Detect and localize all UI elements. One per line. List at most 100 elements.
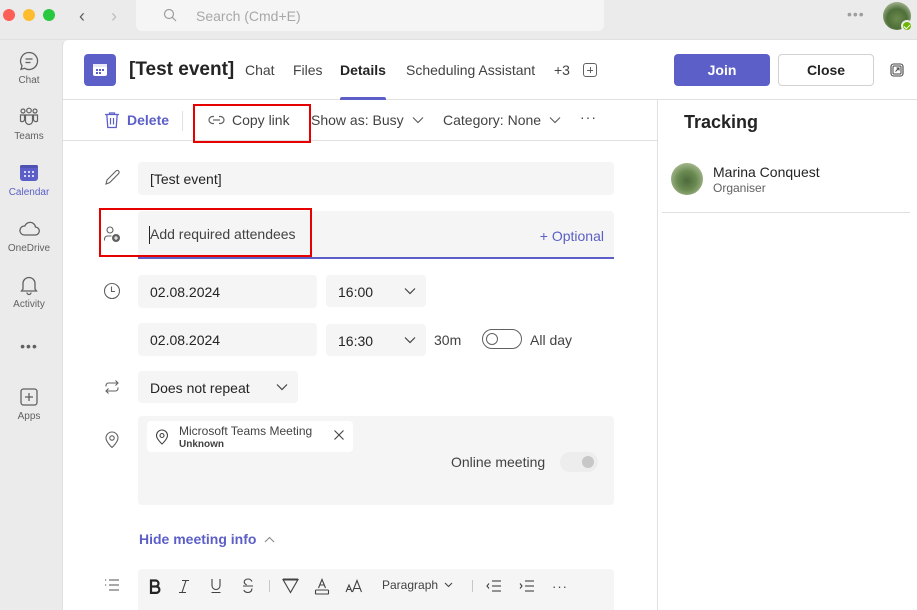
copy-link-button[interactable]: Copy link <box>208 112 290 128</box>
indent-icon <box>519 580 534 592</box>
rail-item-apps[interactable]: Apps <box>0 386 58 422</box>
rail-item-teams[interactable]: Teams <box>0 106 58 142</box>
strikethrough-button[interactable] <box>241 577 255 595</box>
category-label: Category: None <box>443 112 542 128</box>
chevron-down-icon <box>276 384 288 391</box>
rail-label: Chat <box>18 75 40 86</box>
paragraph-style-label: Paragraph <box>382 578 439 592</box>
window-close-button[interactable] <box>3 9 15 21</box>
toolbar-divider <box>182 111 183 131</box>
hide-meeting-info-link[interactable]: Hide meeting info <box>139 531 275 547</box>
more-actions-icon[interactable]: ··· <box>580 109 597 125</box>
chevron-down-icon <box>404 337 416 344</box>
location-pin-icon <box>105 431 119 449</box>
delete-label: Delete <box>127 112 170 128</box>
pop-out-icon[interactable] <box>890 63 904 77</box>
attendees-placeholder: Add required attendees <box>150 226 296 242</box>
tab-scheduling-assistant[interactable]: Scheduling Assistant <box>406 62 535 78</box>
start-date-value: 02.08.2024 <box>150 284 221 300</box>
font-color-button[interactable] <box>314 577 330 595</box>
copy-link-label: Copy link <box>232 112 290 128</box>
category-dropdown[interactable]: Category: None <box>443 112 561 128</box>
chevron-down-icon <box>549 117 561 124</box>
chevron-down-icon <box>404 288 416 295</box>
search-input[interactable]: Search (Cmd+E) <box>136 0 604 31</box>
forward-arrow-icon[interactable]: › <box>106 6 122 27</box>
underline-button[interactable] <box>209 577 223 595</box>
end-time-value: 16:30 <box>338 333 374 349</box>
rail-label: Activity <box>13 299 45 310</box>
rail-label: OneDrive <box>7 243 51 254</box>
location-pin-icon <box>155 429 169 445</box>
outdent-icon <box>486 580 501 592</box>
calendar-app-badge <box>84 54 116 86</box>
repeat-dropdown[interactable]: Does not repeat <box>138 371 298 403</box>
title-input[interactable]: [Test event] <box>138 162 614 195</box>
back-arrow-icon[interactable]: ‹ <box>74 6 90 27</box>
organiser-name: Marina Conquest <box>713 163 820 180</box>
tab-chat[interactable]: Chat <box>245 62 275 78</box>
highlight-button[interactable] <box>281 577 299 595</box>
location-chip[interactable]: Microsoft Teams Meeting Unknown <box>147 421 353 452</box>
show-as-dropdown[interactable]: Show as: Busy <box>311 112 424 128</box>
font-size-button[interactable] <box>344 577 364 595</box>
repeat-value: Does not repeat <box>150 380 250 396</box>
hide-meeting-info-label: Hide meeting info <box>139 531 257 547</box>
delete-button[interactable]: Delete <box>104 111 169 129</box>
search-placeholder: Search (Cmd+E) <box>196 8 301 24</box>
remove-location-icon[interactable] <box>333 429 345 441</box>
start-time-value: 16:00 <box>338 284 374 300</box>
start-date-input[interactable]: 02.08.2024 <box>138 275 317 308</box>
tracking-title: Tracking <box>684 112 759 132</box>
italic-button[interactable] <box>177 577 191 595</box>
title-bar: ‹ › Search (Cmd+E) ••• <box>0 0 917 40</box>
location-subtitle: Unknown <box>179 439 224 450</box>
optional-attendees-link[interactable]: + Optional <box>540 228 604 244</box>
calendar-icon <box>93 64 107 76</box>
title-value: [Test event] <box>150 171 222 187</box>
rail-item-onedrive[interactable]: OneDrive <box>0 218 58 254</box>
tab-more-overflow[interactable]: +3 <box>554 62 570 78</box>
tab-details[interactable]: Details <box>340 62 386 78</box>
add-app-icon <box>20 388 38 406</box>
window-zoom-button[interactable] <box>43 9 55 21</box>
window-minimize-button[interactable] <box>23 9 35 21</box>
rail-item-chat[interactable]: Chat <box>0 50 58 86</box>
close-button[interactable]: Close <box>778 54 874 86</box>
add-tab-icon[interactable] <box>583 63 597 77</box>
rail-label: Apps <box>17 411 41 422</box>
chevron-down-icon <box>412 117 424 124</box>
clock-icon <box>103 282 121 300</box>
toolbar-divider <box>269 580 270 592</box>
increase-indent-button[interactable] <box>519 577 535 595</box>
decrease-indent-button[interactable] <box>486 577 502 595</box>
user-avatar[interactable] <box>883 2 913 32</box>
location-field[interactable]: Microsoft Teams Meeting Unknown Online m… <box>138 416 614 505</box>
strikethrough-icon <box>243 578 253 594</box>
highlighter-icon <box>281 578 299 594</box>
end-time-dropdown[interactable]: 16:30 <box>326 324 426 356</box>
bell-icon <box>20 276 38 296</box>
cloud-icon <box>19 221 40 236</box>
more-apps-icon[interactable]: ••• <box>0 338 58 354</box>
tab-files[interactable]: Files <box>293 62 323 78</box>
repeat-icon <box>105 380 119 394</box>
more-options-icon[interactable]: ••• <box>847 6 865 22</box>
location-name: Microsoft Teams Meeting <box>179 424 313 438</box>
rail-label: Teams <box>14 131 44 142</box>
organiser-entry[interactable]: Marina Conquest Organiser <box>671 163 820 195</box>
required-attendees-input[interactable]: Add required attendees + Optional <box>138 211 614 259</box>
tracking-divider <box>662 212 910 213</box>
start-time-dropdown[interactable]: 16:00 <box>326 275 426 307</box>
join-button[interactable]: Join <box>674 54 770 86</box>
event-title: [Test event] <box>129 59 235 80</box>
all-day-toggle[interactable] <box>482 329 522 349</box>
bold-button[interactable] <box>148 577 162 595</box>
teams-icon <box>19 107 39 126</box>
paragraph-style-dropdown[interactable]: Paragraph <box>382 578 453 592</box>
rail-item-calendar[interactable]: Calendar <box>0 162 58 198</box>
rail-item-activity[interactable]: Activity <box>0 274 58 310</box>
online-meeting-toggle[interactable] <box>560 452 598 472</box>
more-formatting-icon[interactable]: ··· <box>551 577 569 595</box>
end-date-input[interactable]: 02.08.2024 <box>138 323 317 356</box>
